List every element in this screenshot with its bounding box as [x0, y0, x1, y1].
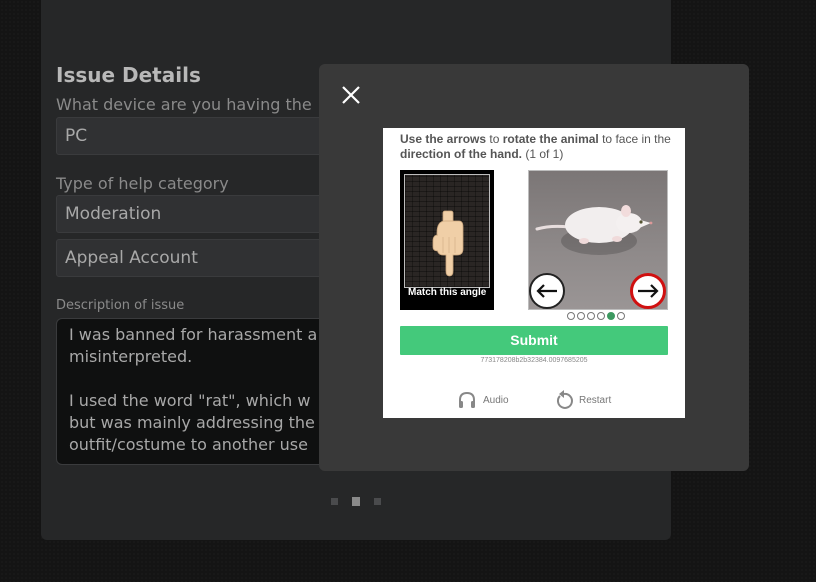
match-angle-label: Match this angle	[408, 287, 487, 298]
arrow-left-icon	[536, 284, 557, 298]
form-pager	[331, 497, 381, 506]
pager-dot[interactable]	[331, 498, 338, 505]
challenge-progress	[567, 312, 625, 320]
restart-label: Restart	[579, 394, 612, 406]
restart-button[interactable]: Restart	[555, 390, 611, 410]
captcha-modal: Use the arrows to rotate the animal to f…	[319, 64, 749, 471]
progress-dot	[587, 312, 595, 320]
progress-dot	[577, 312, 585, 320]
headphones-icon	[459, 391, 475, 408]
audio-button[interactable]: Audio	[457, 390, 509, 410]
description-label: Description of issue	[56, 298, 185, 313]
pointing-hand-icon	[432, 210, 464, 277]
device-label: What device are you having the	[56, 95, 312, 114]
progress-dot	[597, 312, 605, 320]
section-title: Issue Details	[56, 63, 201, 87]
progress-dot	[567, 312, 575, 320]
captcha-instructions: Use the arrows to rotate the animal to f…	[400, 132, 671, 161]
session-id: 773178208b2b32384.0097685205	[480, 357, 588, 364]
hand-reference-image: Match this angle	[400, 170, 494, 310]
restart-icon	[557, 390, 573, 409]
category-label: Type of help category	[56, 174, 229, 193]
close-icon[interactable]	[340, 84, 362, 106]
pager-dot-active[interactable]	[352, 497, 360, 506]
hand-backdrop	[404, 174, 490, 288]
animal-rotation-image	[528, 170, 668, 310]
audio-label: Audio	[483, 394, 509, 406]
rotate-right-button[interactable]	[630, 273, 666, 309]
submit-button[interactable]: Submit	[400, 326, 668, 355]
rotate-left-button[interactable]	[529, 273, 565, 309]
captcha-challenge: Use the arrows to rotate the animal to f…	[383, 128, 685, 418]
progress-dot-active	[607, 312, 615, 320]
pager-dot[interactable]	[374, 498, 381, 505]
arrow-right-icon	[638, 284, 659, 298]
progress-dot	[617, 312, 625, 320]
